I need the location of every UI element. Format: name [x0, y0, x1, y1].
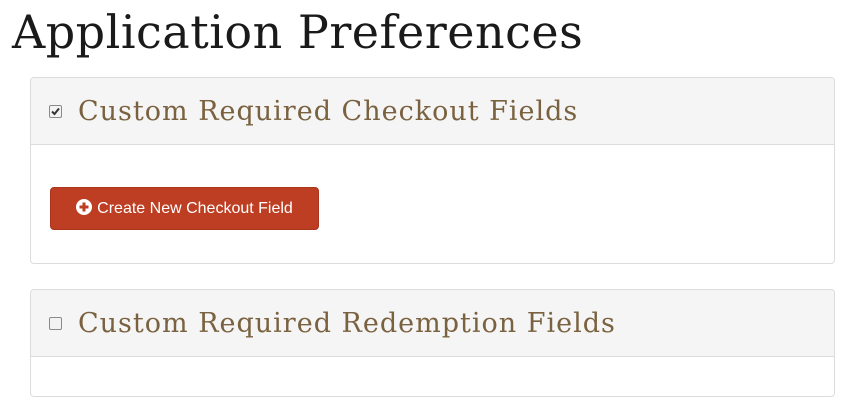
panel-body — [31, 357, 834, 396]
panel-body: Create New Checkout Field — [31, 145, 834, 263]
checkout-fields-panel: Custom Required Checkout Fields Create N… — [30, 77, 835, 264]
page-title: Application Preferences — [12, 5, 584, 59]
plus-circle-icon — [76, 199, 93, 215]
panel-title: Custom Required Checkout Fields — [78, 95, 579, 127]
checkmark-icon — [51, 107, 60, 115]
panel-heading: Custom Required Checkout Fields — [31, 78, 834, 145]
redemption-fields-checkbox[interactable] — [49, 316, 62, 330]
checkout-fields-checkbox[interactable] — [49, 104, 62, 118]
redemption-fields-panel: Custom Required Redemption Fields — [30, 289, 835, 397]
panel-title: Custom Required Redemption Fields — [78, 307, 616, 339]
create-new-checkout-field-button[interactable]: Create New Checkout Field — [50, 187, 319, 230]
button-label: Create New Checkout Field — [97, 199, 293, 217]
panel-heading: Custom Required Redemption Fields — [31, 290, 834, 357]
